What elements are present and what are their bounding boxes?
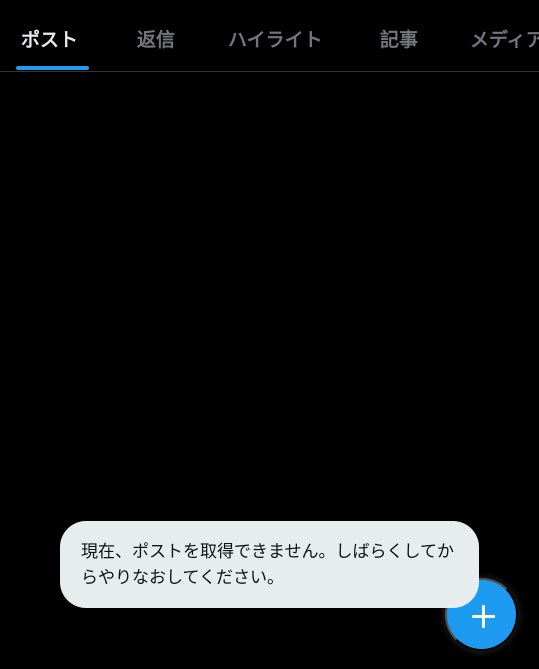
tab-replies-label: 返信 xyxy=(137,29,176,51)
active-tab-indicator xyxy=(16,66,89,70)
tab-articles-label: 記事 xyxy=(380,29,419,51)
tab-highlights-label: ハイライト xyxy=(228,29,323,51)
error-toast: 現在、ポストを取得できません。しばらくしてからやりなおしてください。 xyxy=(60,521,479,608)
plus-icon xyxy=(472,605,495,628)
tab-posts[interactable]: ポスト xyxy=(0,0,108,71)
tab-posts-label: ポスト xyxy=(21,29,79,51)
tab-replies[interactable]: 返信 xyxy=(108,0,204,71)
profile-tab-bar: ポスト 返信 ハイライト 記事 メディア xyxy=(0,0,539,72)
tab-media[interactable]: メディア xyxy=(444,0,539,71)
tab-articles[interactable]: 記事 xyxy=(354,0,444,71)
tab-media-label: メディア xyxy=(470,29,539,51)
tab-highlights[interactable]: ハイライト xyxy=(204,0,354,71)
profile-page: ポスト 返信 ハイライト 記事 メディア 現在、ポストを取得できません。しばらく… xyxy=(0,0,539,669)
error-toast-message: 現在、ポストを取得できません。しばらくしてからやりなおしてください。 xyxy=(81,542,454,588)
